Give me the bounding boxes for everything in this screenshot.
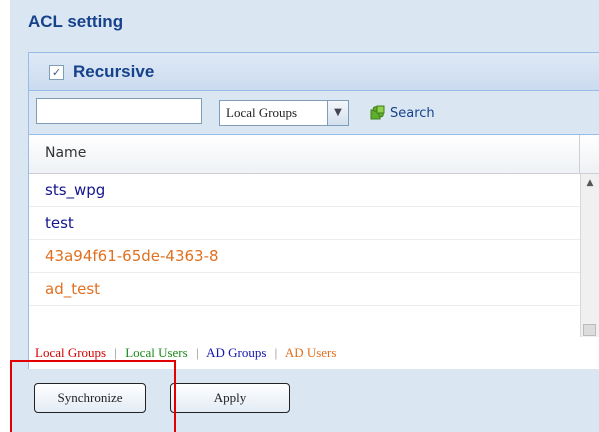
column-header-name[interactable]: Name	[45, 145, 86, 161]
search-label: Search	[390, 105, 435, 121]
column-header-row: Name	[29, 135, 599, 174]
legend-separator: |	[274, 345, 278, 360]
vertical-scrollbar[interactable]: ▲	[580, 174, 599, 337]
apply-button[interactable]: Apply	[170, 383, 290, 413]
list-item[interactable]: sts_wpg	[29, 174, 580, 207]
recursive-label: Recursive	[73, 62, 155, 81]
name-list: sts_wpg test 43a94f61-65de-4363-8 ad_tes…	[29, 174, 580, 337]
search-toolbar: Local Groups ▼ Search	[29, 91, 599, 135]
list-item-name: 43a94f61-65de-4363-8	[45, 247, 219, 265]
scroll-thumb[interactable]	[583, 324, 596, 336]
recursive-checkbox[interactable]: ✓	[49, 65, 64, 80]
panel-title: ACL setting	[28, 12, 124, 31]
column-divider	[579, 135, 580, 173]
legend-ad-users: AD Users	[284, 345, 337, 360]
list-item[interactable]: test	[29, 207, 580, 240]
list-item[interactable]: 43a94f61-65de-4363-8	[29, 240, 580, 273]
legend-separator: |	[114, 345, 117, 360]
acl-grid: ✓ Recursive Local Groups ▼ Search Name s…	[28, 52, 599, 370]
filter-selected-value: Local Groups	[226, 105, 298, 120]
scroll-up-arrow-icon[interactable]: ▲	[581, 174, 599, 192]
legend-separator: |	[195, 345, 199, 360]
list-item-name: ad_test	[45, 280, 101, 298]
legend-ad-groups: AD Groups	[206, 345, 267, 360]
list-item-name: sts_wpg	[45, 181, 106, 199]
legend-local-users: Local Users	[125, 345, 188, 360]
filter-select[interactable]: Local Groups ▼	[219, 100, 349, 126]
list-item-name: test	[45, 214, 74, 232]
legend-local-groups: Local Groups	[35, 345, 107, 360]
highlight-box	[10, 360, 176, 432]
search-button[interactable]: Search	[369, 101, 435, 125]
search-input[interactable]	[36, 98, 202, 124]
puzzle-icon	[369, 104, 387, 122]
list-item[interactable]: ad_test	[29, 273, 580, 306]
chevron-down-icon[interactable]: ▼	[327, 101, 348, 125]
recursive-header: ✓ Recursive	[29, 53, 599, 91]
